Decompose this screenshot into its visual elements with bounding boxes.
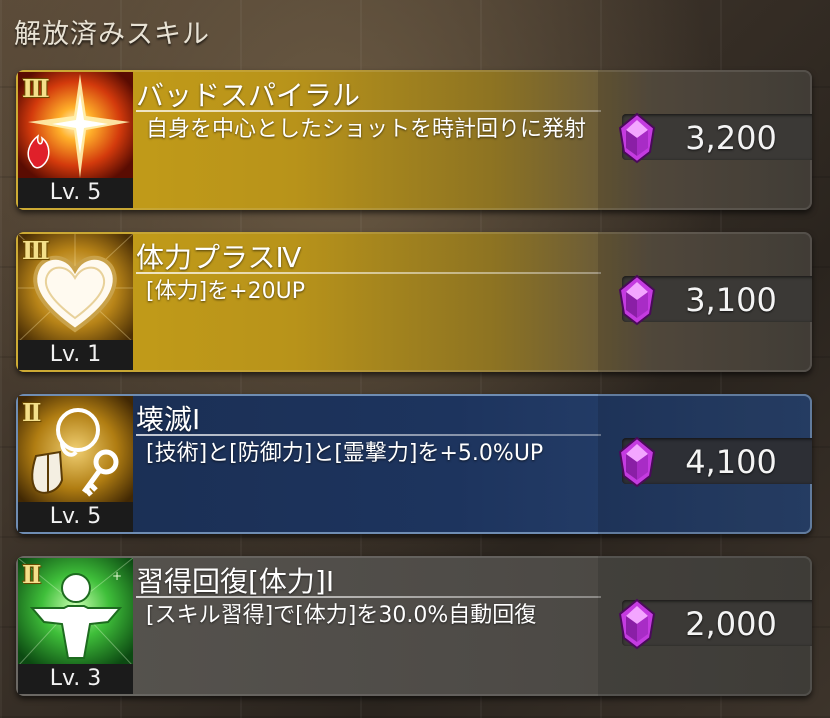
page-title: 解放済みスキル: [14, 19, 210, 50]
skill-level: Lv. 5: [18, 502, 133, 532]
skill-price: 2,000: [685, 605, 777, 643]
skill-level: Lv. 5: [18, 178, 133, 208]
skill-card-hp-plus[interactable]: III Lv. 1 体力プラスⅣ [体力]を+20UP 3,100: [16, 232, 812, 372]
skill-icon-box: III Lv. 1: [18, 234, 133, 370]
skill-name: 壊滅Ⅰ: [136, 403, 201, 436]
skill-level: Lv. 1: [18, 340, 133, 370]
divider: [136, 434, 601, 436]
skill-description: [体力]を+20UP: [146, 279, 305, 304]
svg-text:+: +: [112, 569, 122, 583]
divider: [136, 272, 601, 274]
skill-price: 3,200: [685, 119, 777, 157]
skill-price: 3,100: [685, 281, 777, 319]
skill-name: 習得回復[体力]Ⅰ: [136, 565, 335, 598]
rank-badge: III: [22, 236, 50, 265]
skill-description: [スキル習得]で[体力]を30.0%自動回復: [146, 603, 537, 628]
skill-icon-box: II Lv. 5: [18, 396, 133, 532]
skill-card-learn-recovery[interactable]: + II Lv. 3 習得回復[体力]Ⅰ [スキル習得]で[体力]を30.0%自…: [16, 556, 812, 696]
skill-icon-box: III Lv. 5: [18, 72, 133, 208]
gem-icon: [618, 274, 656, 326]
divider: [136, 596, 601, 598]
gem-icon: [618, 436, 656, 488]
skill-card-bad-spiral[interactable]: III Lv. 5 バッドスパイラル 自身を中心としたショットを時計回りに発射 …: [16, 70, 812, 210]
rank-badge: II: [22, 560, 42, 589]
skill-price: 4,100: [685, 443, 777, 481]
rank-badge: III: [22, 74, 50, 103]
skill-level: Lv. 3: [18, 664, 133, 694]
skill-name: バッドスパイラル: [136, 79, 361, 112]
gem-icon: [618, 112, 656, 164]
rank-badge: II: [22, 398, 42, 427]
gem-icon: [618, 598, 656, 650]
skill-description: 自身を中心としたショットを時計回りに発射: [146, 117, 587, 142]
skill-card-annihilation[interactable]: II Lv. 5 壊滅Ⅰ [技術]と[防御力]と[霊撃力]を+5.0%UP 4,…: [16, 394, 812, 534]
skill-name: 体力プラスⅣ: [136, 241, 302, 274]
skill-description: [技術]と[防御力]と[霊撃力]を+5.0%UP: [146, 441, 544, 466]
skill-icon-box: + II Lv. 3: [18, 558, 133, 694]
divider: [136, 110, 601, 112]
